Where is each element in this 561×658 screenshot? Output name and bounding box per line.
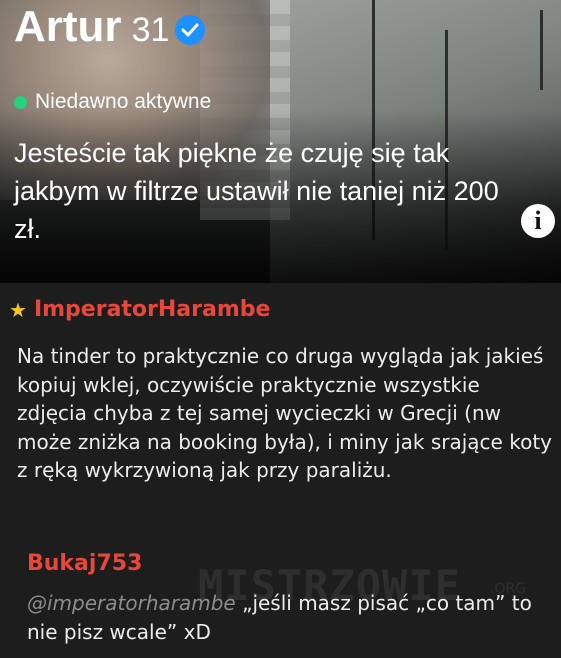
comment-text: Na tinder to praktycznie co druga wygląd… [17,344,552,482]
profile-name-row: Artur 31 [14,2,206,52]
info-icon[interactable]: i [521,204,555,238]
profile-photo: Artur 31 Niedawno aktywne Jesteście tak … [0,0,561,283]
profile-name: Artur [14,2,122,51]
profile-age: 31 [131,11,170,49]
profile-bio: Jesteście tak piękne że czuję się tak ja… [14,138,499,244]
active-dot-icon [14,95,27,109]
comments-section: ★ ImperatorHarambe Na tinder to praktycz… [0,283,561,658]
comment-header: ★ ImperatorHarambe [9,297,270,322]
activity-status: Niedawno aktywne [14,90,211,114]
verified-check-icon [175,15,206,45]
comment-author[interactable]: ImperatorHarambe [34,297,271,322]
activity-status-label: Niedawno aktywne [35,90,212,113]
star-icon: ★ [9,297,27,322]
reply-text: @imperatorharambe „jeśli masz pisać „co … [27,589,547,647]
lamp-pole [540,10,543,90]
reply-author[interactable]: Bukaj753 [27,551,142,576]
reply-mention[interactable]: @imperatorharambe [27,591,236,615]
